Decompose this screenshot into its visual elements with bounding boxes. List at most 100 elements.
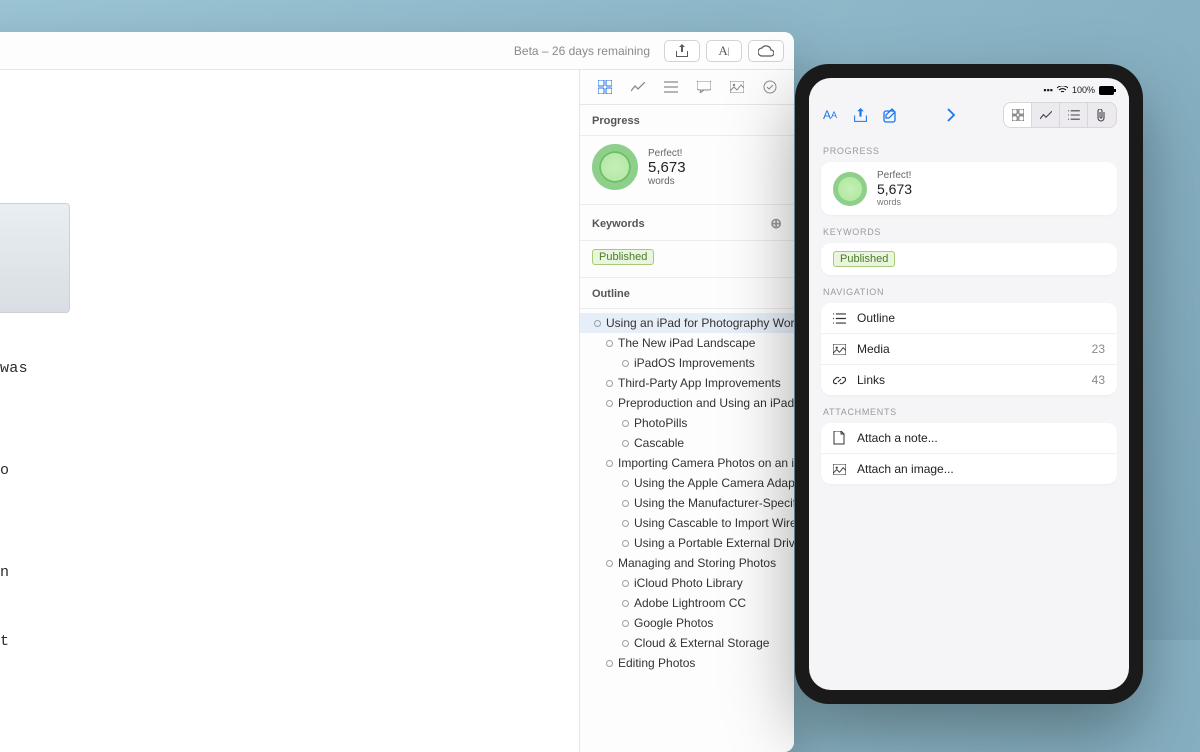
outline-item[interactable]: iCloud Photo Library: [580, 573, 794, 593]
tab-dashboard[interactable]: [593, 75, 617, 99]
outline-item[interactable]: Using an iPad for Photography Wor...: [580, 313, 794, 333]
body-text: -focused creative tool, or even somethin…: [0, 564, 9, 581]
outline-item[interactable]: Using the Manufacturer-Specifi...: [580, 493, 794, 513]
note-icon: [833, 431, 847, 445]
outline-header: Outline: [580, 278, 794, 309]
list-icon: [833, 313, 847, 324]
inspector-tabs: [580, 70, 794, 105]
body-text: blished this guide in early 2018, the iP…: [0, 360, 28, 377]
compose-button[interactable]: [881, 106, 899, 124]
outline-item[interactable]: The New iPad Landscape: [580, 333, 794, 353]
list-item[interactable]: Links 43: [821, 365, 1117, 395]
navigation-card: Outline Media23 Links 43: [821, 303, 1117, 395]
editor-pane[interactable]: Photography Workflows: A Complete Guide …: [0, 70, 579, 752]
battery-label: 100%: [1072, 85, 1095, 95]
seg-dashboard[interactable]: [1004, 103, 1032, 127]
outline-bullet-icon: [622, 520, 629, 527]
hero-image: [0, 203, 70, 313]
document-title: Photography Workflows: A Complete Guide …: [0, 130, 529, 157]
forward-button[interactable]: [942, 106, 960, 124]
ipad-frame: ▪▪▪ 100% AA: [795, 64, 1143, 704]
tab-media[interactable]: [725, 75, 749, 99]
outline-item[interactable]: Editing Photos: [580, 653, 794, 673]
outline-item[interactable]: Using Cascable to Import Wirel...: [580, 513, 794, 533]
cloud-button[interactable]: [748, 40, 784, 62]
outline-item[interactable]: iPadOS Improvements: [580, 353, 794, 373]
list-item[interactable]: Outline: [821, 303, 1117, 334]
seg-attach[interactable]: [1088, 103, 1116, 127]
keywords-row: Published: [580, 241, 794, 278]
image-icon: [833, 464, 847, 475]
progress-ring-icon: [833, 172, 867, 206]
list-item-label: Links: [857, 373, 885, 387]
outline-item[interactable]: Cascable: [580, 433, 794, 453]
comment-icon: [697, 81, 711, 93]
outline-item[interactable]: Using a Portable External Drive: [580, 533, 794, 553]
outline-bullet-icon: [622, 620, 629, 627]
seg-stats[interactable]: [1032, 103, 1060, 127]
list-item[interactable]: Attach a note...: [821, 423, 1117, 454]
keyword-chip[interactable]: Published: [833, 251, 895, 267]
keyword-chip[interactable]: Published: [592, 249, 654, 265]
outline-item[interactable]: Google Photos: [580, 613, 794, 633]
wifi-icon: [1057, 86, 1068, 94]
outline-item[interactable]: Preproduction and Using an iPad...: [580, 393, 794, 413]
outline-bullet-icon: [622, 580, 629, 587]
outline-item[interactable]: Cloud & External Storage: [580, 633, 794, 653]
add-keyword-button[interactable]: ⊕: [770, 215, 782, 232]
outline-item[interactable]: Adobe Lightroom CC: [580, 593, 794, 613]
outline-item-label: Adobe Lightroom CC: [634, 596, 746, 610]
outline-bullet-icon: [606, 340, 613, 347]
list-icon: [1068, 110, 1080, 120]
progress-status: Perfect!: [877, 170, 912, 181]
outline-item[interactable]: Managing and Storing Photos: [580, 553, 794, 573]
titlebar: Beta – 26 days remaining A|: [0, 32, 794, 70]
outline-bullet-icon: [606, 460, 613, 467]
list-item[interactable]: Media23: [821, 334, 1117, 365]
outline-item-label: Preproduction and Using an iPad...: [618, 396, 794, 410]
outline-item-label: Google Photos: [634, 616, 713, 630]
text-style-button[interactable]: A|: [706, 40, 742, 62]
body-text: ich we're finally seeing take shape, is …: [0, 633, 9, 650]
tab-stats[interactable]: [626, 75, 650, 99]
compose-icon: [883, 108, 898, 123]
tab-review[interactable]: [758, 75, 782, 99]
progress-header: Progress: [580, 105, 794, 136]
list-item[interactable]: Attach an image...: [821, 454, 1117, 484]
list-icon: [664, 81, 678, 93]
mac-window: Beta – 26 days remaining A| Photography …: [0, 32, 794, 752]
seg-outline[interactable]: [1060, 103, 1088, 127]
chevron-right-icon: [947, 108, 956, 122]
outline-item[interactable]: PhotoPills: [580, 413, 794, 433]
tab-comments[interactable]: [692, 75, 716, 99]
list-item-label: Attach a note...: [857, 431, 938, 445]
share-icon: [676, 44, 688, 58]
list-item-count: 43: [1092, 373, 1105, 387]
outline-item-label: Cloud & External Storage: [634, 636, 769, 650]
outline-item[interactable]: Third-Party App Improvements: [580, 373, 794, 393]
outline-bullet-icon: [622, 640, 629, 647]
word-unit: words: [877, 197, 912, 207]
outline-item-label: Cascable: [634, 436, 684, 450]
outline-list[interactable]: Using an iPad for Photography Wor... The …: [580, 309, 794, 752]
share-button[interactable]: [664, 40, 700, 62]
word-count: 5,673: [648, 159, 686, 176]
list-item-label: Outline: [857, 311, 895, 325]
tab-outline[interactable]: [659, 75, 683, 99]
outline-item[interactable]: Importing Camera Photos on an i...: [580, 453, 794, 473]
outline-item[interactable]: Using the Apple Camera Adapt...: [580, 473, 794, 493]
link-icon: [833, 374, 847, 387]
progress-status: Perfect!: [648, 148, 686, 159]
outline-bullet-icon: [606, 380, 613, 387]
chart-icon: [631, 82, 645, 92]
outline-bullet-icon: [622, 540, 629, 547]
keywords-label: KEYWORDS: [823, 227, 1115, 237]
outline-item-label: Managing and Storing Photos: [618, 556, 776, 570]
outline-item-label: The New iPad Landscape: [618, 336, 755, 350]
share-button[interactable]: [851, 106, 869, 124]
word-unit: words: [648, 176, 686, 187]
text-style-button[interactable]: AA: [821, 106, 839, 124]
ipad-statusbar: ▪▪▪ 100%: [809, 78, 1129, 96]
outline-bullet-icon: [606, 400, 613, 407]
word-count: 5,673: [877, 181, 912, 197]
